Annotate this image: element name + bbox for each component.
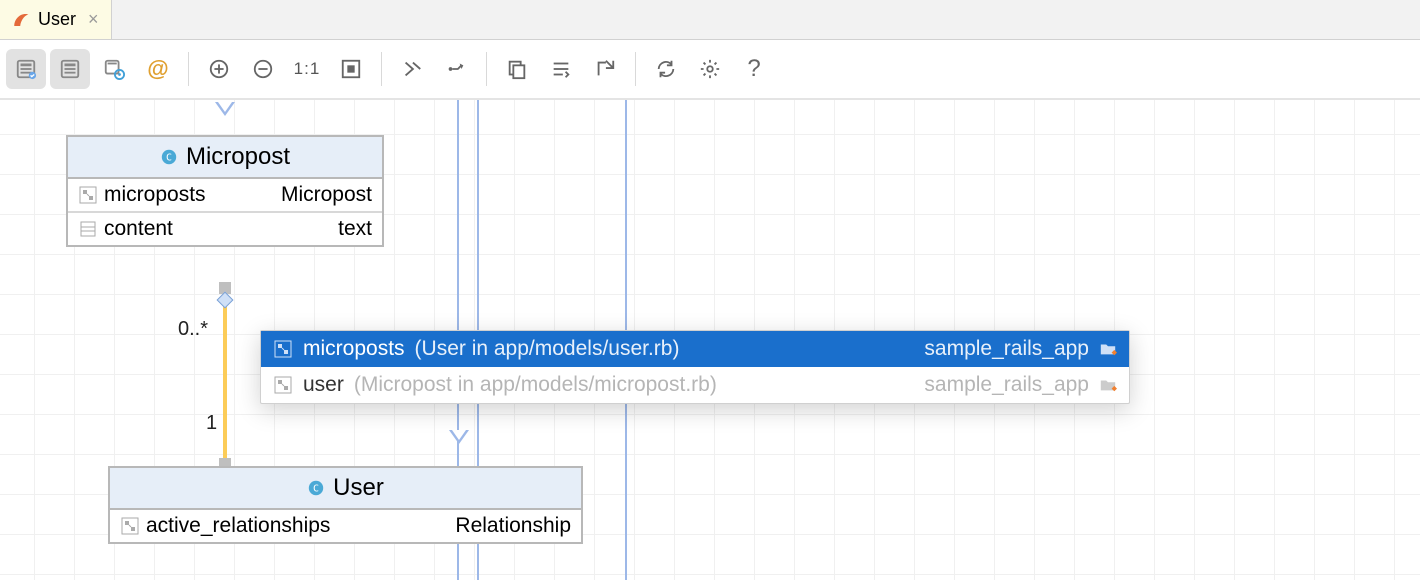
association-icon — [273, 375, 293, 395]
zoom-actual-button[interactable]: 1:1 — [287, 49, 327, 89]
popup-item[interactable]: microposts (User in app/models/user.rb) … — [261, 331, 1129, 367]
tab-bar: User × — [0, 0, 1420, 40]
navigate-popup: microposts (User in app/models/user.rb) … — [260, 330, 1130, 404]
inheritance-arrow-icon — [449, 430, 469, 444]
association-icon — [273, 339, 293, 359]
popup-name: microposts — [303, 337, 405, 361]
zoom-out-button[interactable] — [243, 49, 283, 89]
separator — [486, 52, 487, 86]
entity-row[interactable]: active_relationships Relationship — [110, 510, 581, 542]
tab-title: User — [38, 9, 76, 30]
cardinality-label: 1 — [206, 412, 217, 435]
settings-button[interactable] — [690, 49, 730, 89]
entity-header[interactable]: C Micropost — [68, 137, 382, 179]
list-button[interactable] — [541, 49, 581, 89]
row-name: content — [104, 217, 173, 241]
svg-text:C: C — [313, 484, 319, 495]
layout-button[interactable] — [392, 49, 432, 89]
row-type: Relationship — [455, 514, 571, 538]
svg-text:C: C — [166, 153, 172, 164]
fit-content-button[interactable] — [331, 49, 371, 89]
zoom-in-button[interactable] — [199, 49, 239, 89]
separator — [635, 52, 636, 86]
rails-icon — [12, 11, 30, 29]
help-button[interactable]: ? — [734, 49, 774, 89]
row-name: microposts — [104, 183, 206, 207]
popup-name: user — [303, 373, 344, 397]
class-icon: C — [307, 479, 325, 497]
popup-project: sample_rails_app — [924, 337, 1089, 361]
row-name: active_relationships — [146, 514, 330, 538]
entity-title: User — [333, 474, 384, 502]
column-icon — [78, 219, 98, 239]
refresh-button[interactable] — [646, 49, 686, 89]
entity-row[interactable]: microposts Micropost — [68, 179, 382, 213]
popup-location: (Micropost in app/models/micropost.rb) — [354, 373, 717, 397]
folder-icon — [1099, 340, 1117, 358]
relation-diamond-icon — [217, 292, 234, 309]
view-mode-2-button[interactable] — [50, 49, 90, 89]
association-icon — [78, 185, 98, 205]
entity-micropost[interactable]: C Micropost microposts Micropost content… — [66, 135, 384, 247]
at-sign-button[interactable]: @ — [138, 49, 178, 89]
editor-tab-user[interactable]: User × — [0, 0, 112, 39]
entity-user[interactable]: C User active_relationships Relationship — [108, 466, 583, 544]
route-button[interactable] — [436, 49, 476, 89]
close-icon[interactable]: × — [88, 9, 99, 30]
entity-header[interactable]: C User — [110, 468, 581, 510]
view-settings-button[interactable] — [94, 49, 134, 89]
export-button[interactable] — [585, 49, 625, 89]
copy-button[interactable] — [497, 49, 537, 89]
association-icon — [120, 516, 140, 536]
separator — [188, 52, 189, 86]
entity-row[interactable]: content text — [68, 213, 382, 245]
separator — [381, 52, 382, 86]
class-icon: C — [160, 148, 178, 166]
inheritance-arrow-icon — [215, 102, 235, 116]
relation-line[interactable] — [223, 282, 227, 466]
popup-project: sample_rails_app — [924, 373, 1089, 397]
row-type: Micropost — [281, 183, 372, 207]
diagram-canvas[interactable]: 0..* 1 C Micropost microposts Micropost … — [0, 100, 1420, 580]
row-type: text — [338, 217, 372, 241]
cardinality-label: 0..* — [178, 318, 208, 341]
entity-title: Micropost — [186, 143, 290, 171]
popup-location: (User in app/models/user.rb) — [415, 337, 680, 361]
toolbar: @ 1:1 ? — [0, 40, 1420, 100]
popup-item[interactable]: user (Micropost in app/models/micropost.… — [261, 367, 1129, 403]
view-mode-1-button[interactable] — [6, 49, 46, 89]
folder-icon — [1099, 376, 1117, 394]
